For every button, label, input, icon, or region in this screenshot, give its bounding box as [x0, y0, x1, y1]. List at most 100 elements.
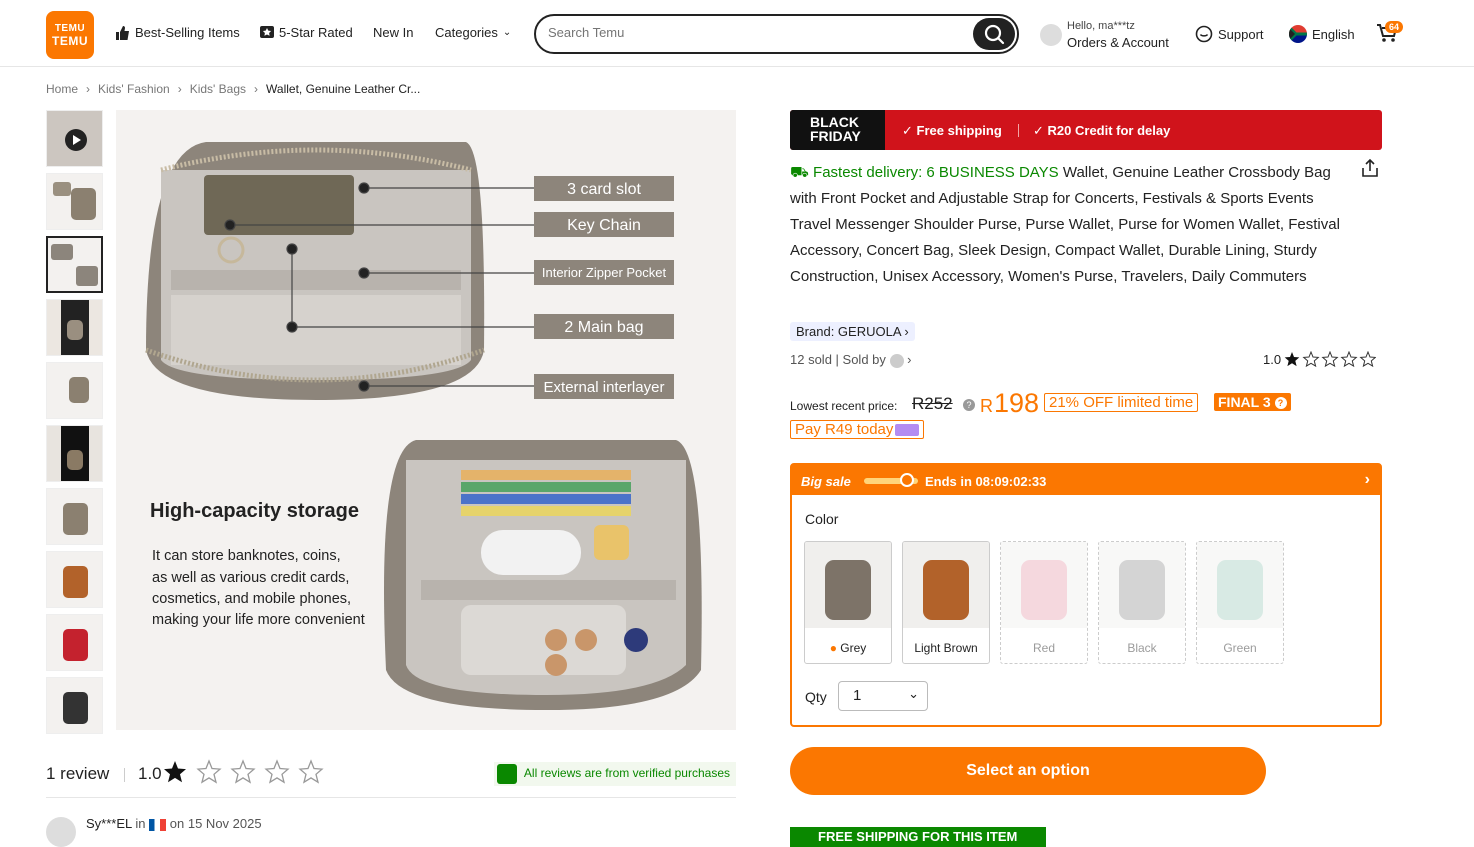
- final-badge[interactable]: FINAL 3 ?: [1214, 393, 1291, 411]
- sold-info: 12 sold | Sold by ›: [790, 352, 912, 368]
- france-flag-icon: [149, 818, 167, 831]
- share-icon: [1362, 158, 1378, 177]
- black-friday-logo: BLACK FRIDAY: [790, 110, 885, 150]
- color-option-green[interactable]: Green: [1196, 541, 1284, 664]
- bag-swatch-image: [1021, 560, 1067, 620]
- free-shipping-text: FREE SHIPPING FOR THIS ITEM: [818, 829, 1018, 844]
- thumbnail-red[interactable]: [46, 614, 103, 671]
- review-user-in: in: [135, 816, 146, 831]
- nav-five-star[interactable]: 5-Star Rated: [260, 25, 353, 40]
- swatch-label: Red: [1032, 641, 1055, 655]
- thumbnail-brown[interactable]: [46, 551, 103, 608]
- bag-thumbnail-image: [69, 377, 89, 403]
- product-rating[interactable]: 1.0: [1263, 351, 1377, 368]
- main-product-image[interactable]: 3 card slot Key Chain Interior Zipper Po…: [116, 110, 736, 730]
- language-selector[interactable]: English: [1289, 25, 1355, 43]
- clock-icon: [900, 473, 914, 487]
- divider: [1018, 124, 1019, 137]
- nav-label: New In: [373, 25, 414, 40]
- seller-avatar[interactable]: [889, 353, 904, 368]
- reviews-score: 1.0: [138, 764, 162, 784]
- verified-purchases-note: All reviews are from verified purchases: [493, 762, 736, 786]
- breadcrumb-kids-bags[interactable]: Kids' Bags: [190, 82, 246, 96]
- search-button[interactable]: [973, 18, 1015, 50]
- nav-label: 5-Star Rated: [279, 25, 353, 40]
- info-icon[interactable]: ?: [963, 399, 975, 411]
- south-africa-flag-icon: [1289, 25, 1307, 43]
- callout-card-slot: 3 card slot: [567, 181, 641, 198]
- color-option-black[interactable]: Black: [1098, 541, 1186, 664]
- nav-new-in[interactable]: New In: [373, 25, 413, 40]
- thumbnail-black[interactable]: [46, 677, 103, 734]
- breadcrumb-kids-fashion[interactable]: Kids' Fashion: [98, 82, 170, 96]
- color-option-grey[interactable]: ● Grey: [804, 541, 892, 664]
- image-heading: High-capacity storage: [150, 500, 359, 522]
- chevron-right-icon: ›: [254, 82, 259, 96]
- thumbnail-image[interactable]: [46, 173, 103, 230]
- image-body-line: cosmetics, and mobile phones,: [152, 591, 351, 607]
- chevron-right-icon: ›: [907, 352, 912, 367]
- bag-thumbnail-image: [63, 566, 88, 598]
- bag-swatch-image: [1119, 560, 1165, 620]
- score-value: 1.0: [138, 764, 162, 783]
- callout-main-bag: 2 Main bag: [564, 319, 643, 336]
- bag-thumbnail-image: [76, 266, 98, 286]
- thumbnail-image[interactable]: [46, 299, 103, 356]
- nav-label: Best-Selling Items: [135, 25, 240, 40]
- support-link[interactable]: Support: [1195, 25, 1264, 43]
- play-icon: [65, 129, 87, 151]
- thumbnail-image-selected[interactable]: [46, 236, 103, 293]
- black-friday-banner[interactable]: BLACK FRIDAY ✓ Free shipping ✓ R20 Credi…: [790, 110, 1382, 150]
- color-label: Color: [805, 511, 839, 527]
- big-sale-header[interactable]: Big sale Ends in 08:09:02:33 ›: [792, 465, 1380, 495]
- thumbnail-video[interactable]: [46, 110, 103, 167]
- language-label: English: [1312, 26, 1355, 42]
- swatch-image: [1197, 542, 1283, 628]
- image-body-line: It can store banknotes, coins,: [152, 548, 341, 564]
- price-currency: R: [980, 396, 993, 416]
- pay-later-badge[interactable]: Pay R49 today: [790, 420, 925, 439]
- breadcrumb: Home › Kids' Fashion › Kids' Bags › Wallet,…: [46, 82, 420, 96]
- color-option-red[interactable]: Red: [1000, 541, 1088, 664]
- product-title: ⛟ Fastest delivery: 6 BUSINESS DAYS Wall…: [790, 160, 1350, 290]
- divider: [124, 768, 125, 782]
- check-icon: ✓: [1033, 123, 1044, 138]
- bag-thumbnail-image: [51, 244, 73, 260]
- color-option-light-brown[interactable]: Light Brown: [902, 541, 990, 664]
- star-badge-icon: [260, 25, 274, 38]
- search-input[interactable]: [548, 25, 948, 40]
- nav-best-selling[interactable]: Best-Selling Items: [115, 25, 240, 40]
- callout-external-interlayer: External interlayer: [544, 379, 665, 396]
- thumbnail-image[interactable]: [46, 425, 103, 482]
- product-title-text: Wallet, Genuine Leather Crossbody Bag wi…: [790, 164, 1340, 285]
- nav-categories[interactable]: Categories ⌄: [435, 25, 511, 40]
- qty-label: Qty: [805, 689, 827, 705]
- quantity-select[interactable]: 1 ⌄: [838, 681, 928, 711]
- thumbnail-grey[interactable]: [46, 488, 103, 545]
- reviews-summary: 1 review 1.0 All reviews are from verifi…: [46, 758, 736, 798]
- brand-link[interactable]: Brand: GERUOLA ›: [790, 322, 915, 341]
- image-body-line: as well as various credit cards,: [152, 570, 349, 586]
- swatch-image: [903, 542, 989, 628]
- thumbnail-image[interactable]: [46, 362, 103, 419]
- breadcrumb-home[interactable]: Home: [46, 82, 78, 96]
- thumbnail-list: [46, 110, 103, 740]
- swatch-label: Black: [1127, 641, 1157, 655]
- truck-icon: ⛟: [790, 164, 809, 181]
- bag-thumbnail-image: [71, 188, 96, 220]
- sold-by-label: Sold by: [842, 352, 886, 367]
- reviews-count[interactable]: 1 review: [46, 764, 109, 784]
- select-option-button[interactable]: Select an option: [790, 747, 1266, 795]
- review-author: Sy***EL in on 15 Nov 2025: [46, 816, 262, 847]
- swatch-image: [1099, 542, 1185, 628]
- verified-text: All reviews are from verified purchases: [523, 766, 730, 780]
- temu-logo[interactable]: TEMU TEMU: [46, 11, 94, 59]
- review-user-name: Sy***EL: [86, 816, 132, 831]
- cart-count-badge: 64: [1385, 21, 1404, 33]
- swatch-name: Grey: [840, 641, 867, 655]
- bag-thumbnail-image: [63, 629, 88, 661]
- share-button[interactable]: [1360, 158, 1380, 181]
- qty-value: 1: [853, 687, 862, 704]
- black-friday-logo-line: BLACK: [810, 114, 859, 130]
- pay-today-text: Pay R49 today: [795, 421, 894, 438]
